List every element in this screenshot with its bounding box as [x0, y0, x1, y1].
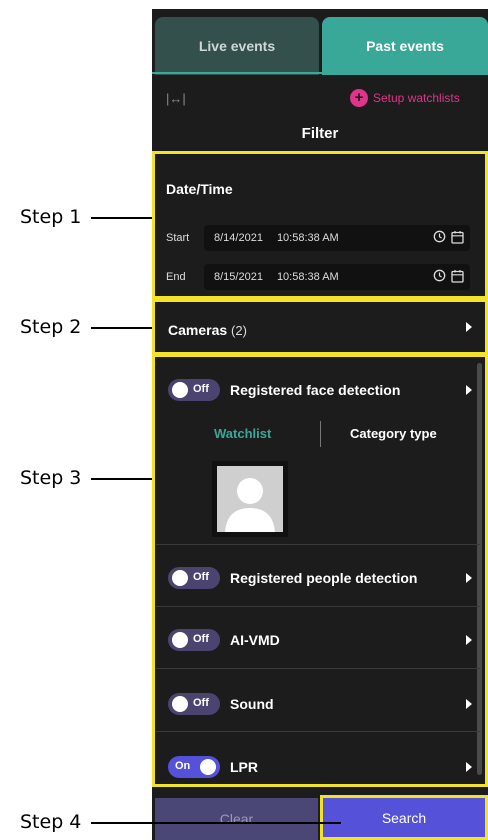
start-datetime-row: Start 8/14/2021 10:58:38 AM: [166, 224, 476, 252]
step-2-pointer: [91, 327, 152, 329]
row-divider: [156, 606, 480, 607]
calendar-icon[interactable]: [451, 230, 464, 244]
clock-icon[interactable]: [433, 230, 446, 243]
tab-past-events[interactable]: Past events: [322, 17, 488, 75]
toggle-state: Off: [193, 571, 209, 583]
toggle-knob: [172, 696, 188, 712]
filter-title: Filter: [301, 125, 339, 142]
sound-toggle[interactable]: Off: [168, 693, 220, 715]
step-4-pointer: [91, 822, 341, 824]
end-time: 10:58:38 AM: [276, 271, 339, 283]
step-3-label: Step 3: [20, 467, 82, 489]
chevron-right-icon[interactable]: [466, 762, 472, 772]
people-detection-toggle[interactable]: Off: [168, 567, 220, 589]
toggle-state: Off: [193, 383, 209, 395]
datetime-title: Date/Time: [166, 181, 233, 197]
row-divider: [156, 668, 480, 669]
avatar-placeholder-icon: [217, 466, 283, 532]
setup-watchlists-label: Setup watchlists: [373, 91, 460, 105]
end-date: 8/15/2021: [214, 271, 263, 283]
tab-underline: [152, 72, 488, 74]
expand-icon[interactable]: |↔|: [166, 91, 186, 106]
end-datetime-field[interactable]: 8/15/2021 10:58:38 AM: [204, 264, 470, 290]
clock-icon[interactable]: [433, 269, 446, 282]
toggle-state: On: [175, 760, 191, 772]
end-label: End: [166, 271, 186, 283]
end-datetime-row: End 8/15/2021 10:58:38 AM: [166, 263, 476, 291]
cameras-label: Cameras: [168, 322, 228, 338]
subtab-divider: [320, 421, 321, 447]
chevron-right-icon[interactable]: [466, 573, 472, 583]
toggle-knob: [172, 570, 188, 586]
scrollbar[interactable]: [477, 363, 482, 775]
event-tabs: Live events Past events: [152, 9, 488, 75]
toggle-knob: [172, 632, 188, 648]
sound-label: Sound: [230, 696, 274, 712]
ai-vmd-label: AI-VMD: [230, 632, 280, 648]
step-3-pointer: [91, 478, 152, 480]
toggle-state: Off: [193, 633, 209, 645]
start-datetime-field[interactable]: 8/14/2021 10:58:38 AM: [204, 225, 470, 251]
tab-live-events[interactable]: Live events: [155, 17, 319, 75]
start-label: Start: [166, 232, 190, 244]
toggle-knob: [200, 759, 216, 775]
toggle-state: Off: [193, 697, 209, 709]
face-detection-label: Registered face detection: [230, 382, 401, 398]
row-divider: [156, 544, 480, 545]
filter-panel: Live events Past events |↔| + Setup watc…: [152, 9, 488, 840]
lpr-label: LPR: [230, 759, 258, 775]
chevron-right-icon[interactable]: [466, 699, 472, 709]
chevron-right-icon[interactable]: [466, 322, 472, 332]
step-1-label: Step 1: [20, 206, 82, 228]
cameras-count: (2): [231, 323, 247, 338]
chevron-right-icon[interactable]: [466, 635, 472, 645]
toggle-knob: [172, 382, 188, 398]
plus-circle-icon: +: [350, 89, 368, 107]
clear-button[interactable]: Clear: [155, 798, 318, 840]
tab-watchlist[interactable]: Watchlist: [214, 426, 271, 441]
watchlist-avatar-tile[interactable]: [212, 461, 288, 537]
step-2-label: Step 2: [20, 316, 82, 338]
setup-watchlists-link[interactable]: + Setup watchlists: [350, 89, 460, 107]
tab-category-type[interactable]: Category type: [350, 426, 437, 441]
step-4-highlight: [320, 795, 488, 840]
calendar-icon[interactable]: [451, 269, 464, 283]
lpr-toggle[interactable]: On: [168, 756, 220, 778]
chevron-right-icon[interactable]: [466, 385, 472, 395]
face-detection-toggle[interactable]: Off: [168, 379, 220, 401]
people-detection-label: Registered people detection: [230, 570, 418, 586]
start-date: 8/14/2021: [214, 232, 263, 244]
step-1-pointer: [91, 217, 152, 219]
step-4-label: Step 4: [20, 811, 82, 833]
cameras-row[interactable]: Cameras (2): [168, 322, 247, 338]
start-time: 10:58:38 AM: [276, 232, 339, 244]
row-divider: [156, 731, 480, 732]
ai-vmd-toggle[interactable]: Off: [168, 629, 220, 651]
